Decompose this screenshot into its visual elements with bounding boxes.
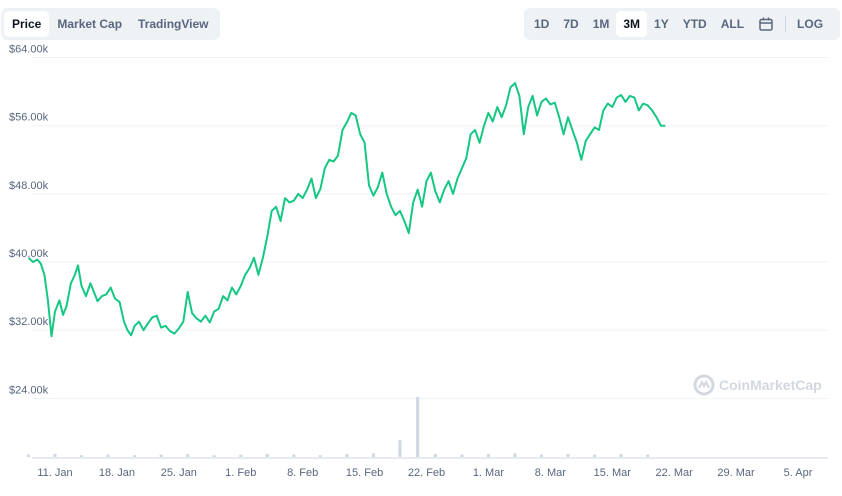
volume-bar [566,454,570,457]
calendar-icon[interactable] [751,11,781,37]
volume-bar [486,454,490,457]
y-tick-label: $64.00k [9,44,49,56]
volume-bar [80,455,84,457]
chart-gridlines [32,57,828,399]
volume-bars [26,397,650,457]
volume-bar [53,454,57,457]
x-axis-labels: 11. Jan 18. Jan 25. Jan 1. Feb 8. Feb 15. Feb… [37,467,812,479]
x-tick-label: 22. Feb [408,467,445,479]
x-tick-label: 8. Mar [535,467,567,479]
x-tick-label: 1. Mar [473,467,505,479]
x-tick-label: 22. Mar [656,467,694,479]
x-tick-label: 15. Feb [346,467,383,479]
volume-bar [159,454,163,457]
range-1y-button[interactable]: 1Y [647,11,676,37]
volume-bar [460,454,464,457]
volume-bar [26,454,30,457]
tab-market-cap[interactable]: Market Cap [49,11,130,37]
volume-bar [593,454,597,457]
volume-bar [398,440,402,457]
range-ytd-button[interactable]: YTD [676,11,714,37]
volume-bar [133,455,137,457]
x-tick-label: 15. Mar [594,467,632,479]
log-scale-button[interactable]: LOG [790,11,830,37]
volume-bar [513,453,517,457]
divider [785,16,787,32]
volume-bar [318,455,322,457]
watermark-text: CoinMarketCap [719,377,822,393]
volume-bar [239,454,243,457]
volume-bar [371,453,375,457]
volume-bar [416,397,420,457]
x-tick-label: 5. Apr [784,467,813,479]
volume-bar [265,454,269,457]
volume-bar [292,454,296,457]
price-series-line [27,82,666,338]
volume-bar [345,454,349,457]
range-3m-button[interactable]: 3M [616,11,648,37]
y-tick-label: $56.00k [9,112,49,124]
range-all-button[interactable]: ALL [714,11,751,37]
time-range-tabs: 1D 7D 1M 3M 1Y YTD ALL LOG [524,8,840,40]
watermark: CoinMarketCap [693,374,822,396]
price-chart[interactable]: $24.00k$32.00k$40.00k$48.00k$56.00k$64.0… [0,0,842,496]
x-tick-label: 25. Jan [161,467,197,479]
tab-tradingview[interactable]: TradingView [130,11,216,37]
y-tick-label: $48.00k [9,180,49,192]
y-tick-label: $32.00k [9,316,49,328]
volume-bar [212,455,216,457]
range-1d-button[interactable]: 1D [527,11,556,37]
x-tick-label: 8. Feb [287,467,318,479]
volume-bar [619,454,623,457]
tab-price[interactable]: Price [4,11,50,37]
x-tick-label: 1. Feb [225,467,256,479]
range-1m-button[interactable]: 1M [586,11,617,37]
volume-bar [106,454,110,457]
range-7d-button[interactable]: 7D [556,11,585,37]
x-tick-label: 18. Jan [99,467,135,479]
volume-bar [186,454,190,457]
x-tick-label: 29. Mar [717,467,755,479]
y-tick-label: $24.00k [9,384,49,396]
x-tick-label: 11. Jan [37,467,72,479]
volume-bar [646,454,650,457]
chart-type-tabs: Price Market Cap TradingView [1,8,220,40]
volume-bar [433,454,437,457]
volume-bar [539,454,543,457]
y-axis-labels: $24.00k$32.00k$40.00k$48.00k$56.00k$64.0… [9,44,49,397]
